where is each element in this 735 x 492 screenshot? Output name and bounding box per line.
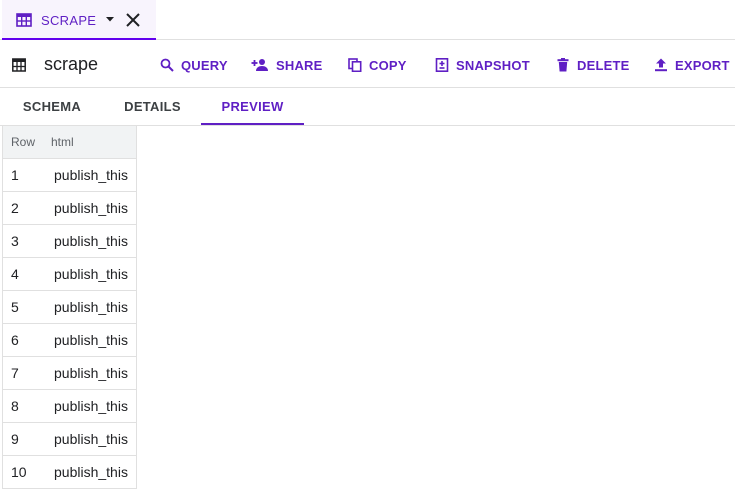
share-button[interactable]: SHARE xyxy=(251,54,323,76)
html-cell[interactable]: publish_this xyxy=(47,357,128,389)
trash-icon xyxy=(557,58,569,72)
delete-button[interactable]: DELETE xyxy=(556,54,629,76)
delete-button-label: DELETE xyxy=(577,57,630,73)
copy-button[interactable]: COPY xyxy=(348,54,407,76)
query-button-label: QUERY xyxy=(181,57,228,73)
html-cell[interactable]: publish_this xyxy=(47,456,128,488)
tab-scrape[interactable]: SCRAPE xyxy=(2,0,156,40)
snapshot-button[interactable]: SNAPSHOT xyxy=(435,54,530,76)
tab-details[interactable]: DETAILS xyxy=(104,89,201,125)
row-number: 2 xyxy=(11,200,19,216)
table-row: 10 publish_this xyxy=(3,456,136,489)
table-subtabs: SCHEMA DETAILS PREVIEW xyxy=(0,89,735,126)
html-cell[interactable]: publish_this xyxy=(47,324,128,356)
html-cell[interactable]: publish_this xyxy=(47,192,128,224)
table-header: Row html xyxy=(3,126,136,159)
table-row: 8 publish_this xyxy=(3,390,136,423)
row-number: 3 xyxy=(11,233,19,249)
table-row: 5 publish_this xyxy=(3,291,136,324)
query-button[interactable]: QUERY xyxy=(160,54,228,76)
table-row: 6 publish_this xyxy=(3,324,136,357)
row-number: 5 xyxy=(11,299,19,315)
row-column-header: Row xyxy=(11,135,36,149)
upload-icon xyxy=(655,58,667,72)
row-number: 1 xyxy=(11,167,19,183)
html-cell[interactable]: publish_this xyxy=(47,291,128,323)
row-number: 6 xyxy=(11,332,19,348)
html-column-header[interactable]: html xyxy=(47,126,74,158)
html-cell[interactable]: publish_this xyxy=(47,258,128,290)
row-number: 8 xyxy=(11,398,19,414)
table-row: 1 publish_this xyxy=(3,159,136,192)
html-cell[interactable]: publish_this xyxy=(47,423,128,455)
tab-schema[interactable]: SCHEMA xyxy=(0,89,104,125)
table-row: 4 publish_this xyxy=(3,258,136,291)
toolbar: scrape QUERY SHARE COPY SNAPSHOT DELETE … xyxy=(0,41,735,88)
html-cell[interactable]: publish_this xyxy=(47,225,128,257)
row-number: 7 xyxy=(11,365,19,381)
tab-preview[interactable]: PREVIEW xyxy=(201,89,304,125)
export-button-label: EXPORT xyxy=(675,57,730,73)
snapshot-icon xyxy=(435,58,449,72)
row-number: 9 xyxy=(11,431,19,447)
search-icon xyxy=(160,58,174,72)
tab-label: SCRAPE xyxy=(41,13,97,28)
table-row: 2 publish_this xyxy=(3,192,136,225)
snapshot-button-label: SNAPSHOT xyxy=(456,57,530,73)
page-title: scrape xyxy=(44,54,99,74)
table-row: 3 publish_this xyxy=(3,225,136,258)
row-number: 10 xyxy=(11,464,27,480)
caret-down-icon[interactable] xyxy=(104,13,116,25)
person-add-icon xyxy=(251,59,268,71)
row-number: 4 xyxy=(11,266,19,282)
table-row: 7 publish_this xyxy=(3,357,136,390)
share-button-label: SHARE xyxy=(276,57,323,73)
table-icon xyxy=(12,58,26,72)
table-icon xyxy=(16,13,32,27)
export-button[interactable]: EXPORT xyxy=(654,54,730,76)
preview-table: Row html 1 publish_this 2 publish_this 3… xyxy=(2,126,137,489)
html-cell[interactable]: publish_this xyxy=(47,390,128,422)
copy-button-label: COPY xyxy=(369,57,407,73)
copy-icon xyxy=(348,58,362,72)
html-cell[interactable]: publish_this xyxy=(47,159,128,191)
close-icon[interactable] xyxy=(124,11,142,29)
tab-strip: SCRAPE xyxy=(0,0,735,40)
table-row: 9 publish_this xyxy=(3,423,136,456)
